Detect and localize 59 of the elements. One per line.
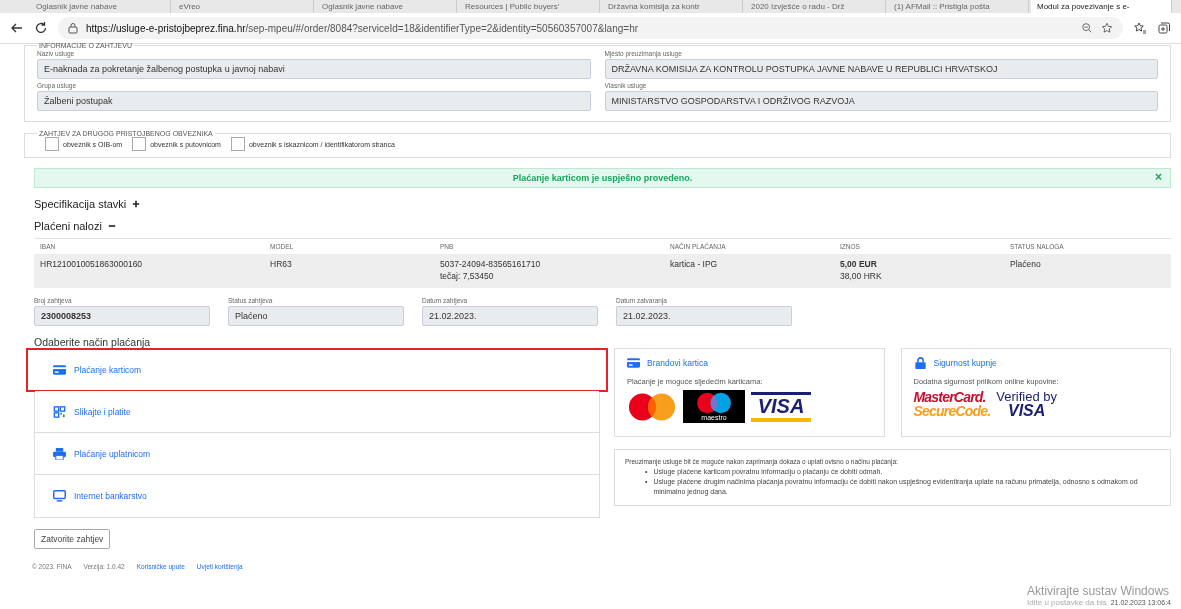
reload-icon[interactable]: [34, 21, 48, 35]
readonly-field: Žalbeni postupak: [37, 91, 591, 111]
activation-hint: Idite u postavke da bis: [1027, 598, 1107, 607]
browser-tab[interactable]: Resources | Public buyers': [459, 0, 600, 13]
credit-card-icon: [53, 363, 66, 376]
checkbox[interactable]: [132, 137, 147, 151]
checkbox[interactable]: [45, 137, 59, 151]
printer-icon: [53, 447, 66, 460]
verified-by-visa-logo: Verified by VISA: [996, 390, 1057, 418]
readonly-field: MINISTARSTVO GOSPODARSTVA I ODRŽIVOG RAZVOJA: [604, 91, 1158, 111]
browser-tab[interactable]: Oglasnik javne nabave: [316, 0, 457, 13]
url-text: https://usluge-e-pristojbeprez.fina.hr/sep-mpeu/#/order/8084?serviceId=18&identifierType=2&identity=50560357007&lang=hr: [86, 22, 640, 34]
browser-tab[interactable]: Modul za povezivanje s e-: [1031, 0, 1172, 13]
alert-message: Plaćanje karticom je uspješno provedeno.: [512, 173, 693, 183]
back-icon[interactable]: [10, 21, 24, 35]
table-cell-text: tečaj: 7,53450: [440, 271, 495, 281]
qr-code-icon: [53, 405, 66, 418]
section-title: Odaberite način plaćanja: [34, 336, 152, 348]
activation-notice: Aktivirajte sustav Windows: [1027, 584, 1171, 598]
table-cell-text: HR1210010051863000160: [40, 259, 144, 269]
panel-title: Brandovi kartica: [647, 358, 708, 368]
browser-tab[interactable]: Oglasnik javne nabave: [30, 0, 171, 13]
star-icon[interactable]: [1101, 22, 1113, 34]
table-cell-text: 38,00 HRK: [840, 271, 883, 281]
checkbox[interactable]: [230, 137, 245, 151]
payment-method[interactable]: Plaćanje karticom: [27, 349, 607, 391]
visa-logo: VISA: [751, 391, 811, 422]
lock-icon: [913, 357, 927, 369]
table-cell-text: 5,00 EUR: [840, 259, 878, 269]
favorites-icon[interactable]: [1133, 21, 1147, 35]
browser-tab[interactable]: (1) AFMail :: Pristigla pošta: [888, 0, 1029, 13]
close-request-button[interactable]: Zatvorite zahtjev: [34, 529, 111, 549]
section-title: Plaćeni nalozi: [34, 220, 102, 232]
readonly-field: Plaćeno: [228, 306, 404, 326]
payment-method[interactable]: Slikajte i platite: [35, 391, 599, 433]
credit-card-icon: [627, 357, 640, 369]
minus-icon[interactable]: [107, 222, 116, 230]
monitor-icon: [53, 490, 66, 502]
browser-tab[interactable]: eVreo: [173, 0, 314, 13]
lock-icon: [68, 22, 78, 34]
section-title: Specifikacija stavki: [34, 198, 127, 210]
table-cell-text: kartica - IPG: [670, 259, 719, 269]
panel-title: Sigurnost kupnje: [933, 358, 997, 368]
readonly-field: 21.02.2023.: [422, 306, 598, 326]
plus-icon[interactable]: [132, 200, 141, 208]
zoom-out-icon[interactable]: [1081, 22, 1093, 34]
address-bar[interactable]: https://usluge-e-pristojbeprez.fina.hr/sep-mpeu/#/order/8084?serviceId=18&identifierType=2&identity=50560357007&lang=hr: [58, 17, 1123, 39]
readonly-field: DRŽAVNA KOMISIJA ZA KONTROLU POSTUPKA JAVNE NABAVE U REPUBLICI HRVATSKOJ: [604, 59, 1158, 79]
collections-icon[interactable]: [1157, 21, 1171, 35]
close-button[interactable]: ×: [1155, 170, 1162, 184]
table-cell-text: Plaćeno: [1010, 259, 1042, 269]
readonly-field: 2300008253: [34, 306, 210, 326]
table-cell-text: HR63: [270, 259, 293, 269]
mastercard-securecode-logo: MasterCard. SecureCode.: [913, 390, 991, 418]
readonly-field: 21.02.2023.: [616, 306, 792, 326]
browser-tab[interactable]: 2020 Izvješće o radu - Drž: [745, 0, 886, 13]
table-cell-text: 5037-24094-83565161710: [440, 259, 542, 269]
readonly-field: E-naknada za pokretanje žalbenog postupka u javnoj nabavi: [37, 59, 591, 79]
browser-tab[interactable]: Državna komisija za kontr: [602, 0, 743, 13]
